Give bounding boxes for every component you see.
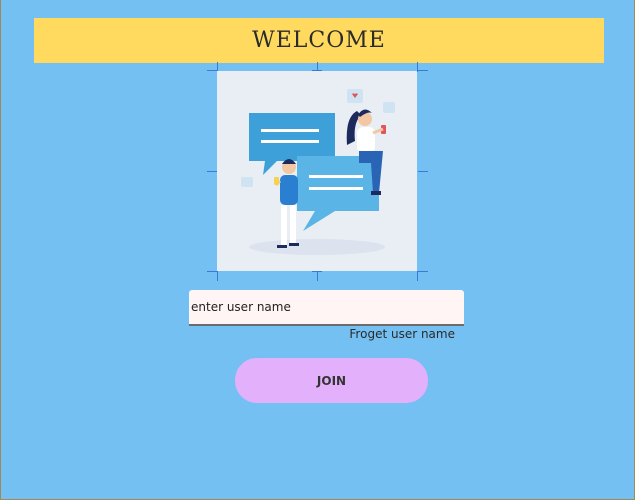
hero-image bbox=[217, 71, 417, 271]
selection-handle[interactable] bbox=[207, 271, 217, 272]
selection-handle[interactable] bbox=[418, 271, 428, 272]
selection-handle[interactable] bbox=[418, 70, 428, 71]
forgot-username-link[interactable]: Froget user name bbox=[331, 327, 455, 341]
welcome-banner: WELCOME bbox=[34, 18, 604, 63]
page-title: WELCOME bbox=[252, 28, 386, 53]
selection-handle[interactable] bbox=[417, 62, 418, 72]
selection-handle[interactable] bbox=[417, 271, 418, 281]
selection-handle[interactable] bbox=[317, 271, 318, 281]
username-input[interactable] bbox=[189, 290, 464, 326]
selection-handle[interactable] bbox=[217, 271, 218, 281]
app-window: WELCOME enter user name Froget user name… bbox=[1, 0, 634, 499]
chat-people-illustration bbox=[241, 89, 395, 255]
selection-handle[interactable] bbox=[207, 70, 217, 71]
selection-handle[interactable] bbox=[207, 171, 217, 172]
join-button[interactable]: JOIN bbox=[235, 358, 428, 403]
selection-handle[interactable] bbox=[418, 171, 428, 172]
